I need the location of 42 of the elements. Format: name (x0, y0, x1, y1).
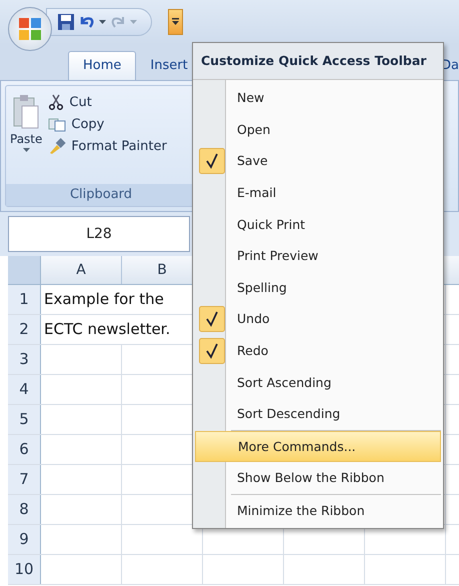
row-header[interactable]: 7 (8, 465, 41, 494)
caret-icon (172, 18, 179, 26)
row-header[interactable]: 2 (8, 315, 41, 344)
scissors-icon (48, 94, 64, 110)
ribbon-tab[interactable]: Home (68, 51, 136, 80)
clipboard-icon (12, 94, 40, 130)
menu-item[interactable]: Show Below the Ribbon (195, 462, 441, 494)
menu-item[interactable]: Quick Print (195, 208, 441, 240)
ribbon-tab[interactable]: Insert (142, 52, 196, 80)
caret-icon[interactable] (99, 19, 106, 25)
ribbon-command[interactable]: Cut (48, 94, 167, 110)
row-header[interactable]: 9 (8, 525, 41, 554)
row-header[interactable]: 10 (8, 555, 41, 584)
menu-item[interactable]: E-mail (195, 176, 441, 208)
copy-icon (48, 116, 66, 132)
office-button[interactable] (8, 7, 52, 51)
menu-item[interactable]: Undo (195, 303, 441, 335)
caret-icon (22, 148, 30, 153)
menu-item[interactable]: Save (195, 145, 441, 177)
row-header[interactable]: 4 (8, 375, 41, 404)
menu-item[interactable]: Open (195, 114, 441, 146)
menu-item[interactable]: Sort Descending (195, 398, 441, 430)
menu-item[interactable]: New (195, 82, 441, 114)
paste-button[interactable]: Paste (10, 94, 42, 184)
row-header[interactable]: 1 (8, 285, 41, 314)
menu-item[interactable]: More Commands... (195, 430, 441, 462)
menu-item[interactable]: Sort Ascending (195, 366, 441, 398)
row-header[interactable]: 6 (8, 435, 41, 464)
menu-title: Customize Quick Access Toolbar (193, 43, 443, 80)
office-logo-icon (17, 16, 43, 42)
ribbon-command[interactable]: Format Painter (48, 138, 167, 154)
menu-item[interactable]: Minimize the Ribbon (195, 494, 441, 526)
save-icon[interactable] (57, 13, 75, 31)
row-header[interactable]: 5 (8, 405, 41, 434)
row-header[interactable]: 3 (8, 345, 41, 374)
menu-item[interactable]: Redo (195, 334, 441, 366)
paintbrush-icon (48, 138, 66, 154)
column-header[interactable]: A (41, 256, 122, 284)
name-box[interactable]: L28 (8, 216, 190, 252)
customize-toolbar-button[interactable] (168, 9, 183, 35)
row-header[interactable]: 8 (8, 495, 41, 524)
ribbon-command[interactable]: Copy (48, 116, 167, 132)
